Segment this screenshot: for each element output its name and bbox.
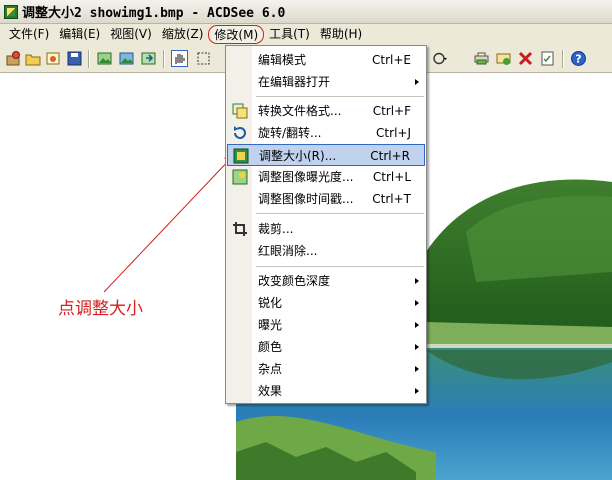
- slideshow-icon[interactable]: [118, 50, 135, 67]
- email-icon[interactable]: [495, 50, 512, 67]
- resize-icon: [233, 148, 249, 164]
- annotation-text: 点调整大小: [58, 299, 143, 319]
- rotate-icon: [234, 126, 246, 139]
- submenu-arrow-icon: [415, 366, 419, 372]
- menu-item-exposure[interactable]: 曝光: [227, 314, 425, 336]
- modify-menu-dropdown: 编辑模式 Ctrl+E 在编辑器打开 转换文件格式... Ctrl+F 旋转/翻…: [225, 45, 427, 404]
- help-icon[interactable]: ?: [570, 50, 587, 67]
- menu-bar: 文件(F) 编辑(E) 视图(V) 缩放(Z) 修改(M) 工具(T) 帮助(H…: [0, 24, 612, 45]
- menu-item-resize[interactable]: 调整大小(R)... Ctrl+R: [227, 144, 425, 166]
- menu-item-sharpen[interactable]: 锐化: [227, 292, 425, 314]
- menu-item-rotate-flip[interactable]: 旋转/翻转... Ctrl+J: [227, 122, 425, 144]
- add-image-icon[interactable]: [96, 50, 113, 67]
- save-icon[interactable]: [66, 50, 83, 67]
- select-tool-icon[interactable]: [195, 50, 212, 67]
- submenu-arrow-icon: [415, 300, 419, 306]
- exposure-icon: [232, 169, 248, 185]
- delete-icon[interactable]: [517, 50, 534, 67]
- browse-icon[interactable]: [5, 50, 22, 67]
- menu-zoom[interactable]: 缩放(Z): [157, 25, 209, 44]
- menu-item-crop[interactable]: 裁剪...: [227, 218, 425, 240]
- open-folder-icon[interactable]: [25, 50, 42, 67]
- hand-tool-icon[interactable]: [171, 50, 188, 67]
- submenu-arrow-icon: [415, 79, 419, 85]
- menu-tools[interactable]: 工具(T): [264, 25, 315, 44]
- title-bar: 调整大小2 showimg1.bmp - ACDSee 6.0: [0, 0, 612, 24]
- menu-item-red-eye[interactable]: 红眼消除...: [227, 240, 425, 262]
- menu-modify[interactable]: 修改(M): [208, 25, 265, 44]
- menu-edit[interactable]: 编辑(E): [54, 25, 105, 44]
- menu-item-color[interactable]: 颜色: [227, 336, 425, 358]
- svg-text:?: ?: [575, 53, 581, 66]
- convert-format-icon: [232, 103, 248, 119]
- menu-item-edit-mode[interactable]: 编辑模式 Ctrl+E: [227, 49, 425, 71]
- menu-item-noise[interactable]: 杂点: [227, 358, 425, 380]
- menu-item-adjust-timestamp[interactable]: 调整图像时间戳... Ctrl+T: [227, 188, 425, 210]
- submenu-arrow-icon: [415, 322, 419, 328]
- menu-item-convert-format[interactable]: 转换文件格式... Ctrl+F: [227, 100, 425, 122]
- menu-file[interactable]: 文件(F): [4, 25, 54, 44]
- submenu-arrow-icon: [415, 388, 419, 394]
- export-image-icon[interactable]: [140, 50, 157, 67]
- submenu-arrow-icon: [415, 344, 419, 350]
- acquire-icon[interactable]: [45, 50, 62, 67]
- acdsee-app-icon: [4, 4, 18, 19]
- menu-item-adjust-exposure[interactable]: 调整图像曝光度... Ctrl+L: [227, 166, 425, 188]
- menu-item-color-depth[interactable]: 改变颜色深度: [227, 270, 425, 292]
- menu-view[interactable]: 视图(V): [105, 25, 157, 44]
- menu-item-effects[interactable]: 效果: [227, 380, 425, 402]
- print-icon[interactable]: [473, 50, 490, 67]
- submenu-arrow-icon: [415, 278, 419, 284]
- crop-icon: [233, 222, 247, 236]
- menu-item-open-in-editor[interactable]: 在编辑器打开: [227, 71, 425, 93]
- properties-icon[interactable]: [539, 50, 556, 67]
- menu-help[interactable]: 帮助(H): [315, 25, 367, 44]
- rotate-dropdown-icon[interactable]: [432, 50, 449, 67]
- window-title: 调整大小2 showimg1.bmp - ACDSee 6.0: [22, 6, 286, 21]
